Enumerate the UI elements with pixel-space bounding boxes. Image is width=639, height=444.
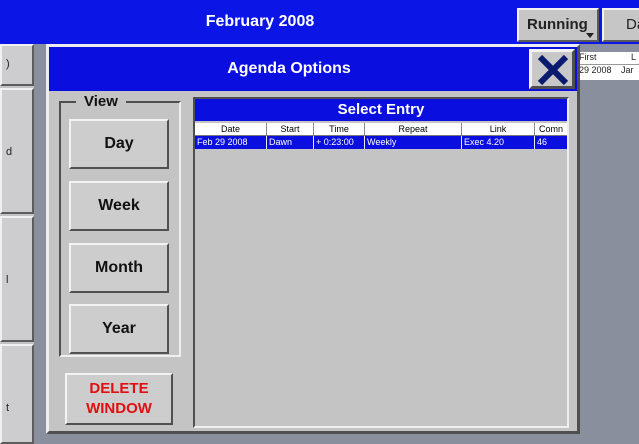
column-header-link[interactable]: Link <box>462 123 535 135</box>
day-button[interactable]: Day <box>69 119 169 169</box>
cell-start: Dawn <box>267 136 314 149</box>
strip-button-label: ) <box>6 58 10 70</box>
cell-date: 29 2008 <box>579 65 612 75</box>
column-header-first: First <box>579 52 597 62</box>
delete-label-line2: WINDOW <box>86 400 152 417</box>
left-button-strip: ) d l t <box>0 44 34 444</box>
background-table-header: First L <box>577 52 639 65</box>
strip-button-label: l <box>6 274 9 286</box>
view-legend: View <box>76 93 126 110</box>
column-header-l: L <box>631 52 637 62</box>
close-x-icon <box>537 54 569 86</box>
background-table-row[interactable]: 29 2008 Jar <box>577 65 639 77</box>
strip-button-label: t <box>6 402 10 414</box>
chevron-down-icon <box>586 33 594 38</box>
strip-button-2[interactable]: d <box>0 88 34 214</box>
cell-link: Exec 4.20 <box>462 136 535 149</box>
close-button[interactable] <box>529 49 575 89</box>
column-header-repeat[interactable]: Repeat <box>365 123 462 135</box>
running-label: Running <box>527 16 588 33</box>
column-header-time[interactable]: Time <box>314 123 365 135</box>
column-header-start[interactable]: Start <box>267 123 314 135</box>
cell-time: + 0:23:00 <box>314 136 365 149</box>
running-dropdown[interactable]: Running <box>517 8 599 42</box>
column-header-date[interactable]: Date <box>195 123 267 135</box>
date-button[interactable]: Da <box>602 8 639 42</box>
strip-button-4[interactable]: t <box>0 344 34 444</box>
table-row[interactable]: Feb 29 2008 Dawn + 0:23:00 Weekly Exec 4… <box>195 136 567 149</box>
select-entry-title: Select Entry <box>195 99 567 121</box>
date-label: Da <box>626 16 639 33</box>
week-button[interactable]: Week <box>69 181 169 231</box>
strip-button-3[interactable]: l <box>0 216 34 342</box>
view-group: View Day Week Month Year <box>59 93 181 357</box>
agenda-options-dialog: Agenda Options View Day Week Month Year … <box>46 44 580 434</box>
app-header: February 2008 Running Da <box>0 0 639 44</box>
strip-button-1[interactable]: ) <box>0 44 34 86</box>
dialog-title: Agenda Options <box>227 60 351 77</box>
cell-label: Jar <box>621 65 634 75</box>
year-button[interactable]: Year <box>69 304 169 354</box>
dialog-titlebar: Agenda Options <box>49 47 577 91</box>
column-header-comment[interactable]: Comn <box>535 123 567 135</box>
cell-repeat: Weekly <box>365 136 462 149</box>
cell-comment: 46 <box>537 137 548 147</box>
background-table: First L 29 2008 Jar <box>577 52 639 80</box>
entry-grid-header: Date Start Time Repeat Link Comn <box>195 123 567 136</box>
cell-date: Feb 29 2008 <box>195 136 267 149</box>
select-entry-panel: Select Entry Date Start Time Repeat Link… <box>193 97 569 428</box>
delete-window-button[interactable]: DELETE WINDOW <box>65 373 173 425</box>
month-button[interactable]: Month <box>69 243 169 293</box>
delete-label-line1: DELETE <box>89 380 149 397</box>
strip-button-label: d <box>6 146 13 158</box>
month-title: February 2008 <box>205 13 315 30</box>
